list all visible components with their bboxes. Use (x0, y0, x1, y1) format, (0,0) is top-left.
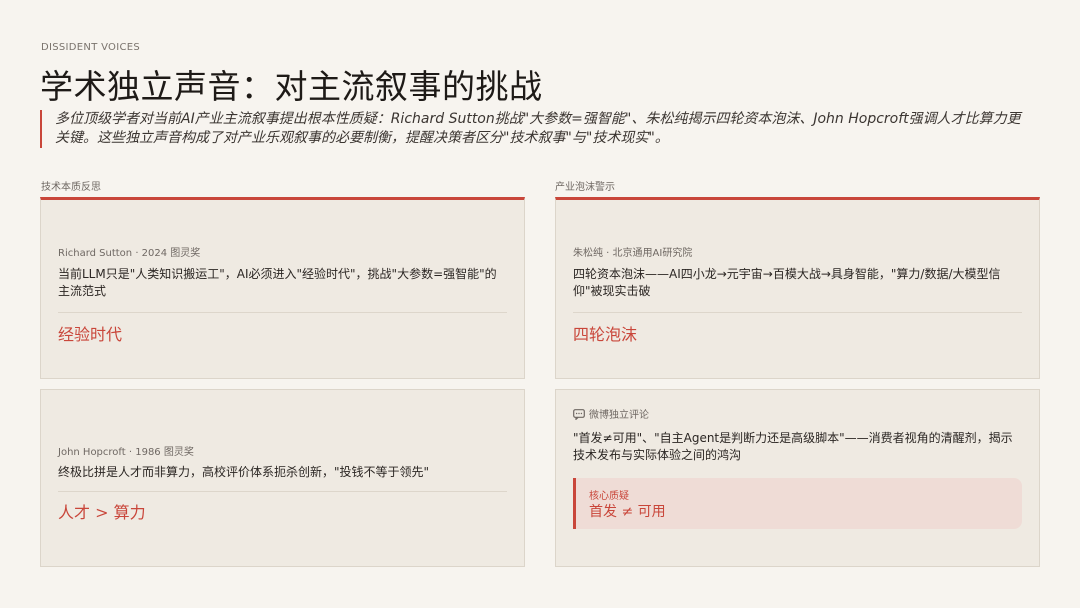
card-meta: Richard Sutton · 2024 图灵奖 (58, 248, 201, 259)
card-quote: "首发≠可用"、"自主Agent是判断力还是高级脚本"——消费者视角的清醒剂，揭… (573, 431, 1013, 462)
card-quote: 终极比拼是人才而非算力，高校评价体系扼杀创新，"投钱不等于领先" (58, 465, 430, 479)
card-keyword: 人才 > 算力 (58, 503, 146, 522)
eyebrow: DISSIDENT VOICES (41, 42, 141, 53)
card-divider (573, 312, 1022, 313)
card-divider (58, 312, 507, 313)
right-column-label: 产业泡沫警示 (555, 182, 615, 193)
card-meta-text: 微博独立评论 (589, 410, 649, 421)
callout-value: 首发 ≠ 可用 (589, 504, 666, 520)
card-keyword: 经验时代 (58, 325, 123, 344)
card-keyword: 四轮泡沫 (573, 325, 638, 344)
callout-box: 核心质疑 首发 ≠ 可用 (573, 478, 1022, 529)
card-quote: 当前LLM只是"人类知识搬运工"，AI必须进入"经验时代"，挑战"大参数=强智能… (58, 267, 497, 298)
card-sutton: Richard Sutton · 2024 图灵奖 当前LLM只是"人类知识搬运… (40, 197, 525, 379)
card-divider (58, 491, 507, 492)
card-meta: 微博独立评论 (573, 406, 649, 421)
page-title: 学术独立声音：对主流叙事的挑战 (40, 67, 543, 106)
left-column-label: 技术本质反思 (41, 182, 101, 193)
card-weibo: 微博独立评论 "首发≠可用"、"自主Agent是判断力还是高级脚本"——消费者视… (555, 389, 1040, 567)
card-zhu: 朱松纯 · 北京通用AI研究院 四轮资本泡沫——AI四小龙→元宇宙→百模大战→具… (555, 197, 1040, 379)
card-meta: 朱松纯 · 北京通用AI研究院 (573, 248, 693, 259)
card-hopcroft: John Hopcroft · 1986 图灵奖 终极比拼是人才而非算力，高校评… (40, 389, 525, 567)
card-quote: 四轮资本泡沫——AI四小龙→元宇宙→百模大战→具身智能，"算力/数据/大模型信仰… (573, 267, 1001, 298)
lede-paragraph: 多位顶级学者对当前AI产业主流叙事提出根本性质疑：Richard Sutton挑… (40, 110, 1030, 148)
callout-label: 核心质疑 (589, 491, 629, 502)
card-meta: John Hopcroft · 1986 图灵奖 (58, 447, 194, 458)
chat-bubble-icon (573, 409, 585, 420)
